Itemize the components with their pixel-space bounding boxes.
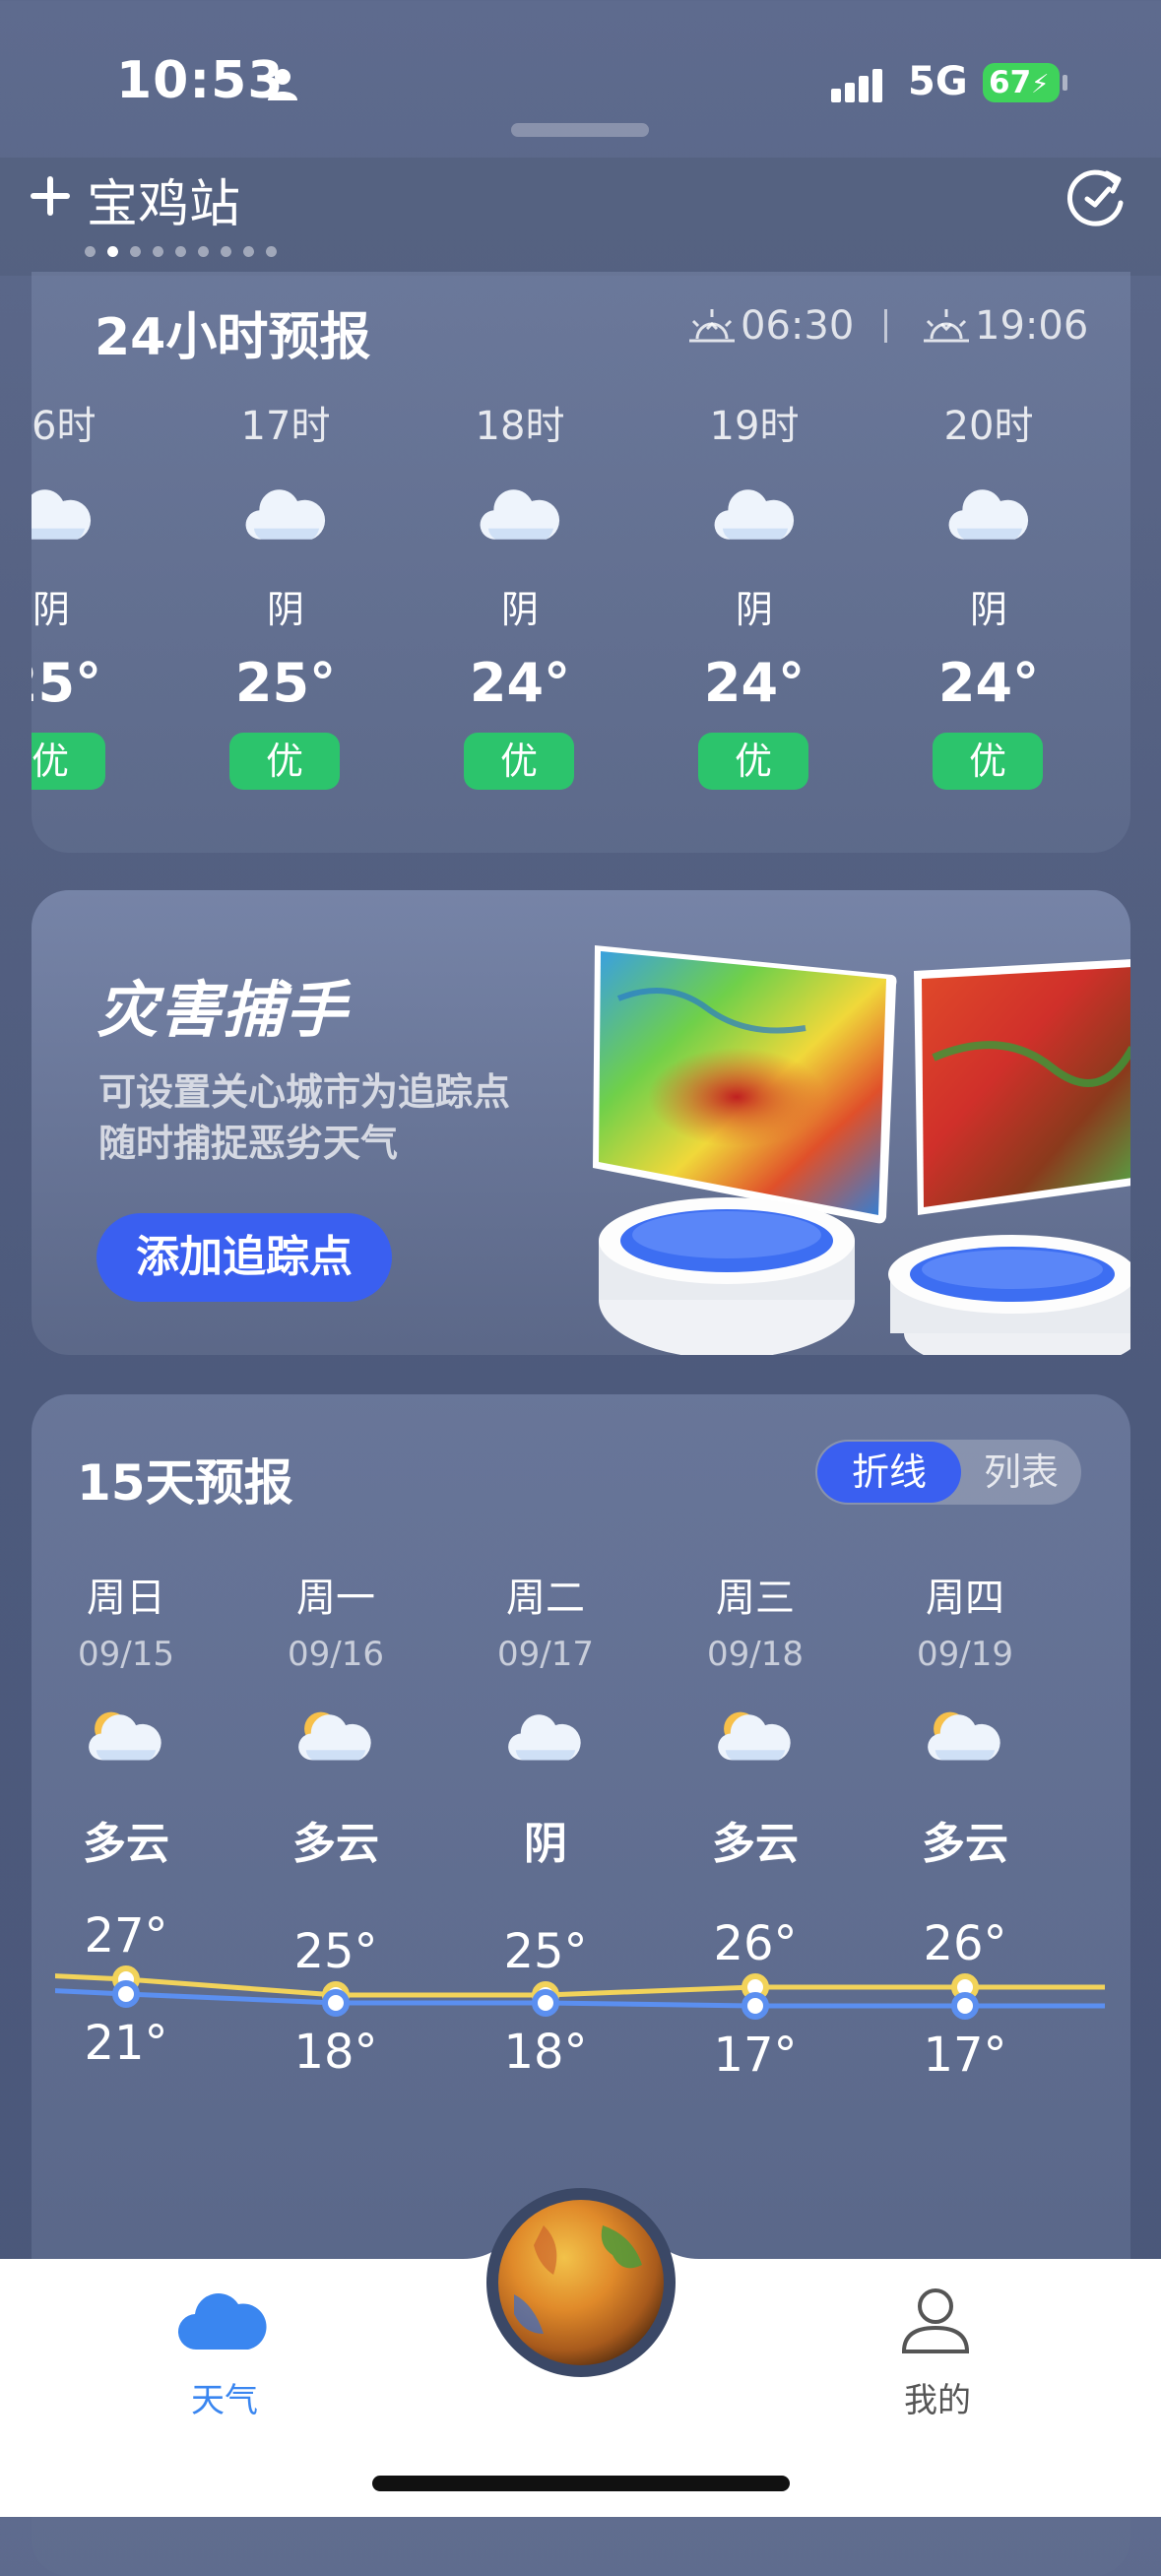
hour-icon-wrap: [241, 481, 332, 549]
refresh-icon[interactable]: [1064, 163, 1130, 230]
page-dot[interactable]: [266, 245, 277, 257]
charging-bolt-icon: ⚡: [1031, 70, 1050, 99]
page-dot[interactable]: [130, 245, 141, 257]
low-temp-point: [951, 1992, 979, 2020]
page-dot[interactable]: [85, 245, 96, 257]
cloudy-icon: [480, 489, 560, 540]
signal-icon: [831, 69, 882, 102]
profile-tab-icon[interactable]: [898, 2283, 973, 2357]
profile-tab-label[interactable]: 我的: [904, 2373, 971, 2421]
page-dot[interactable]: [107, 245, 118, 257]
disaster-title: 灾害捕手: [97, 974, 350, 1046]
aqi-badge: 优: [32, 733, 105, 790]
add-tracking-point-button[interactable]: 添加追踪点: [97, 1213, 392, 1302]
fifteen-day-title: 15天预报: [77, 1454, 293, 1512]
hour-icon-wrap: [710, 481, 801, 549]
low-temp-point: [742, 1992, 769, 2020]
aqi-badge: 优: [229, 733, 340, 790]
radar-map-illustration: [593, 945, 1130, 1355]
aqi-badge: 优: [698, 733, 808, 790]
hour-time: 16时: [32, 404, 97, 449]
hour-temperature: 25°: [234, 652, 337, 714]
hour-item[interactable]: 17时阴 25° 优: [212, 394, 359, 798]
aqi-badge: 优: [933, 733, 1043, 790]
hour-item[interactable]: 19时阴 24° 优: [680, 394, 828, 798]
sunset-icon: [924, 309, 969, 343]
hour-item[interactable]: 20时阴 24° 优: [915, 394, 1063, 798]
toggle-list[interactable]: 列表: [963, 1442, 1079, 1503]
toggle-line-chart[interactable]: 折线: [817, 1442, 961, 1503]
hour-condition: 阴: [266, 588, 304, 631]
page-dot[interactable]: [221, 245, 231, 257]
disaster-description-2: 随时捕捉恶劣天气: [98, 1122, 399, 1165]
hour-icon-wrap: [944, 481, 1035, 549]
hour-condition: 阴: [735, 588, 773, 631]
network-type: 5G: [908, 59, 968, 104]
temperature-trend-chart: 27° 21° 25° 18° 25° 18° 26° 17° 26° 17°: [55, 1908, 1105, 2083]
high-temp-label: 26°: [923, 1916, 1006, 1971]
low-temp-point: [532, 1989, 559, 2017]
page-dot[interactable]: [243, 245, 254, 257]
hour-temperature: 25°: [32, 652, 102, 714]
low-temp-point: [112, 1980, 140, 2008]
sunrise-icon: [689, 309, 735, 343]
hour-time: 18时: [475, 404, 565, 449]
page-dot[interactable]: [198, 245, 209, 257]
city-name[interactable]: 宝鸡站: [87, 162, 240, 236]
person-icon: [268, 69, 297, 100]
hour-item[interactable]: 18时阴 24° 优: [446, 394, 594, 798]
hour-temperature: 24°: [937, 652, 1040, 714]
cloudy-icon: [32, 489, 92, 540]
low-temp-label: 18°: [293, 2025, 377, 2080]
low-temp-label: 17°: [923, 2028, 1006, 2083]
high-temp-label: 25°: [293, 1924, 377, 1979]
hour-condition: 阴: [969, 588, 1007, 631]
hour-temperature: 24°: [469, 652, 571, 714]
cloudy-icon: [948, 489, 1029, 540]
hour-condition: 阴: [500, 588, 539, 631]
add-city-icon[interactable]: [28, 173, 73, 219]
hour-temperature: 24°: [703, 652, 806, 714]
low-temp-label: 21°: [84, 2016, 167, 2071]
hour-time: 19时: [709, 404, 800, 449]
sunrise-time: 06:30: [741, 303, 855, 349]
sheet-grabber[interactable]: [511, 123, 649, 137]
sunset-time: 19:06: [975, 303, 1089, 349]
high-temp-label: 27°: [84, 1908, 167, 1964]
battery-cap: [1063, 75, 1067, 91]
hour-time: 17时: [240, 404, 331, 449]
hour-icon-wrap: [476, 481, 566, 549]
weather-tab-label[interactable]: 天气: [191, 2373, 258, 2421]
hour-icon-wrap: [32, 481, 97, 549]
hourly-title: 24小时预报: [95, 308, 371, 367]
battery-indicator: 67⚡: [983, 63, 1060, 102]
page-indicator[interactable]: [85, 244, 277, 258]
disaster-description-1: 可设置关心城市为追踪点: [98, 1070, 511, 1114]
low-temp-label: 17°: [713, 2028, 797, 2083]
hourly-strip[interactable]: 16时阴 25° 优 17时阴 25° 优 18时阴 24° 优 19时阴 24° 优 20时阴 24° 优: [32, 394, 1130, 817]
hour-item[interactable]: 16时阴 25° 优: [32, 394, 125, 798]
home-indicator: [372, 2476, 790, 2491]
cloudy-icon: [714, 489, 795, 540]
hour-condition: 阴: [32, 588, 70, 631]
daily-forecast-strip[interactable]: 六4云周日09/15多云周一09/16多云周二09/17阴周三09/18多云周四…: [55, 1556, 1105, 2265]
cloudy-icon: [245, 489, 326, 540]
weather-tab-icon[interactable]: [177, 2283, 268, 2353]
low-temp-point: [322, 1989, 350, 2017]
hour-time: 20时: [943, 404, 1034, 449]
battery-level: 67: [989, 65, 1032, 100]
sun-divider: [884, 309, 887, 343]
low-temp-label: 18°: [503, 2025, 587, 2080]
globe-radar-button[interactable]: [484, 2186, 677, 2379]
aqi-badge: 优: [464, 733, 574, 790]
page-dot[interactable]: [153, 245, 163, 257]
page-dot[interactable]: [175, 245, 186, 257]
high-temp-label: 25°: [503, 1924, 587, 1979]
high-temp-label: 26°: [713, 1916, 797, 1971]
status-time: 10:53: [116, 51, 285, 110]
